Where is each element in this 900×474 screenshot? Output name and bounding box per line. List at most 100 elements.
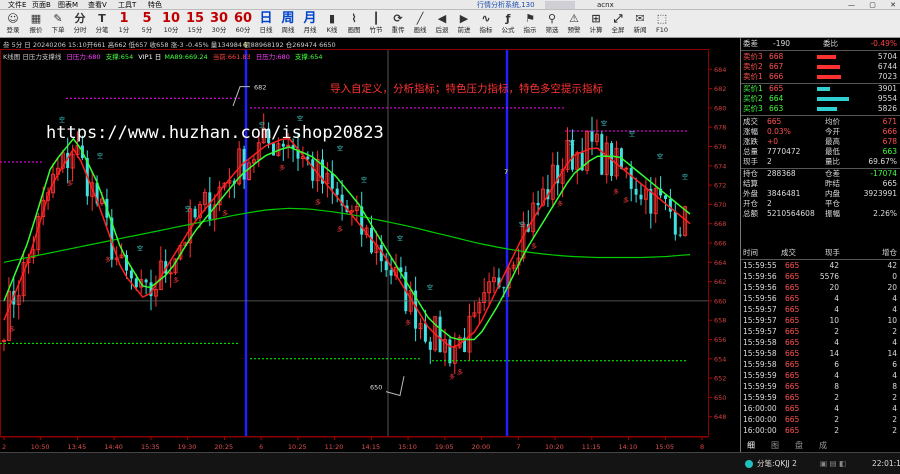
short-signal: 空 [519, 221, 525, 229]
toolbar-label: 分笔 [95, 26, 109, 34]
overlay-headline: 导入自定义，分析指标；特色压力指标，特色多空提示指标 [330, 82, 603, 95]
x-tick-label: 11:20 [325, 443, 344, 451]
long-signal: 多 [9, 325, 15, 333]
menu-special[interactable]: 特色 [148, 0, 162, 10]
stat-value: 288368 [767, 169, 796, 178]
tick-price: 665 [785, 393, 800, 402]
menu-bar: 文件E 页面B 图表M 查看V 工具T 特色 行情分析系统,130 acnx —… [0, 0, 900, 10]
period-日-icon: 日 [259, 11, 273, 26]
toolbar-period-1-button[interactable]: 1 1分 [114, 10, 134, 38]
toolbar-timeshare-button[interactable]: 分分时 [70, 10, 90, 38]
toolbar-kline-button[interactable]: ▮ K线 [322, 10, 342, 38]
buy-label: 买价1 [743, 84, 763, 93]
toolbar-indicator-button[interactable]: ∿ 指标 [476, 10, 496, 38]
tick-col-header: 现手 [825, 248, 840, 257]
menu-file[interactable]: 文件E [8, 0, 26, 10]
tick-price: 665 [785, 305, 800, 314]
stat-value: 2 [767, 199, 772, 208]
toolbar-line-button[interactable]: ╱ 画线 [410, 10, 430, 38]
toolbar-fullscreen-button[interactable]: ⤢ 全屏 [608, 10, 628, 38]
toolbar-quote-button[interactable]: ▦ 报价 [26, 10, 46, 38]
tab-3[interactable]: 成 [819, 440, 827, 452]
tick-volume: 4 [834, 305, 839, 314]
indicator-title: K线图 日压力支撑线 [3, 52, 62, 61]
stat-label: 振幅 [825, 209, 840, 218]
high-label: 682 [254, 84, 266, 92]
toolbar-calc-button[interactable]: ⊞ 计算 [586, 10, 606, 38]
sell-volume: 5704 [877, 52, 897, 61]
chart-info-line: 叁 5分 日 20240206 15:10开661 高662 低657 收658… [3, 40, 336, 49]
buy-label: 买价3 [743, 104, 763, 113]
toolbar-news-button[interactable]: ✉ 新闻 [630, 10, 650, 38]
ma89-value: MA89:669.24 [164, 53, 207, 61]
stat-value: 663 [882, 147, 897, 156]
kline-chart-area[interactable]: 6 7 682 650 空空空空空空空空空空空空空空空空多多多多多多多多多多多多多多多 … [0, 38, 740, 452]
candle-body [502, 287, 506, 289]
menu-chart[interactable]: 图表M [58, 0, 78, 10]
stat-row: 外盘 3846481 内盘 3923991 [741, 189, 900, 199]
toolbar-back-button[interactable]: ◀ 后退 [432, 10, 452, 38]
toolbar-period-月-button[interactable]: 月月线 [300, 10, 320, 38]
y-tick-label: 682 [714, 85, 726, 93]
tab-2[interactable]: 盘 [795, 440, 803, 452]
stat-label: 结算 [743, 179, 758, 188]
kline-chart[interactable]: 67682650空空空空空空空空空空空空空空空空多多多多多多多多多多多多多多多 … [0, 38, 740, 452]
tab-0[interactable]: 细 [747, 440, 755, 452]
buy-level: 买价1 665 3901 [741, 84, 900, 94]
toolbar-signal-button[interactable]: ⚑ 指示 [520, 10, 540, 38]
tick-volume: 2 [834, 327, 839, 336]
toolbar-period-5-button[interactable]: 5 5分 [136, 10, 158, 38]
tick-price: 665 [785, 338, 800, 347]
stat-label: 现手 [743, 157, 758, 166]
toolbar-resend-button[interactable]: ⟳ 重传 [388, 10, 408, 38]
toolbar-tick-button[interactable]: T 分笔 [92, 10, 112, 38]
menu-tools[interactable]: 工具T [118, 0, 136, 10]
short-signal: 空 [297, 115, 303, 123]
period-周-icon: 周 [281, 11, 295, 26]
stat-row: 持仓 288368 仓差 -17074 [741, 169, 900, 179]
stat-label: 外盘 [743, 189, 758, 198]
toolbar-formula-button[interactable]: ƒ 公式 [498, 10, 518, 38]
maximize-button[interactable]: ▢ [869, 1, 876, 9]
toolbar-label: 下单 [51, 26, 65, 34]
tick-time: 15:59:57 [743, 327, 777, 336]
order-icon: ✎ [53, 12, 63, 25]
long-signal: 多 [315, 199, 321, 207]
toolbar-f10-button[interactable]: ⬚ F10 [652, 10, 672, 38]
toolbar-period-10-button[interactable]: 10 10分 [160, 10, 182, 38]
toolbar-alert-button[interactable]: ⚠ 预警 [564, 10, 584, 38]
toolbar-bamboo-button[interactable]: ┃ 竹节 [366, 10, 386, 38]
minimize-button[interactable]: — [848, 1, 855, 9]
toolbar-period-周-button[interactable]: 周周线 [278, 10, 298, 38]
toolbar-period-60-button[interactable]: 60 60分 [232, 10, 254, 38]
line-icon: ╱ [416, 12, 424, 25]
toolbar-forward-button[interactable]: ▶ 前进 [454, 10, 474, 38]
app-title: 行情分析系统,130 [477, 1, 535, 9]
calc-icon: ⊞ [591, 12, 601, 25]
x-tick-label: 13:45 [67, 443, 86, 451]
stat-label: 昨结 [825, 179, 840, 188]
short-signal: 空 [601, 119, 607, 127]
menu-view[interactable]: 查看V [88, 0, 107, 10]
toolbar-label: K线 [326, 26, 338, 34]
tick-price: 665 [785, 360, 800, 369]
menu-page[interactable]: 页面B [32, 0, 51, 10]
toolbar-user-button[interactable]: ☺ 登录 [2, 10, 24, 38]
toolbar-label: 画图 [347, 26, 361, 34]
toolbar-period-30-button[interactable]: 30 30分 [208, 10, 230, 38]
tick-row: 15:59:55 665 42 42 [741, 260, 900, 271]
y-tick-label: 670 [714, 201, 726, 209]
toolbar-order-button[interactable]: ✎ 下单 [48, 10, 68, 38]
toolbar-draw-button[interactable]: ⌇ 画图 [344, 10, 364, 38]
tab-1[interactable]: 图 [771, 440, 779, 452]
news-icon: ✉ [635, 12, 645, 25]
toolbar-filter-button[interactable]: ⚲ 筛选 [542, 10, 562, 38]
x-tick-label: 14:15 [361, 443, 380, 451]
stat-label: 量比 [825, 157, 840, 166]
toolbar-period-日-button[interactable]: 日日线 [256, 10, 276, 38]
close-button[interactable]: ✕ [890, 1, 896, 9]
toolbar-period-15-button[interactable]: 15 15分 [184, 10, 206, 38]
toolbar-label: 画线 [413, 26, 427, 34]
period-60-icon: 60 [233, 11, 253, 26]
tick-volume: 14 [829, 349, 839, 358]
